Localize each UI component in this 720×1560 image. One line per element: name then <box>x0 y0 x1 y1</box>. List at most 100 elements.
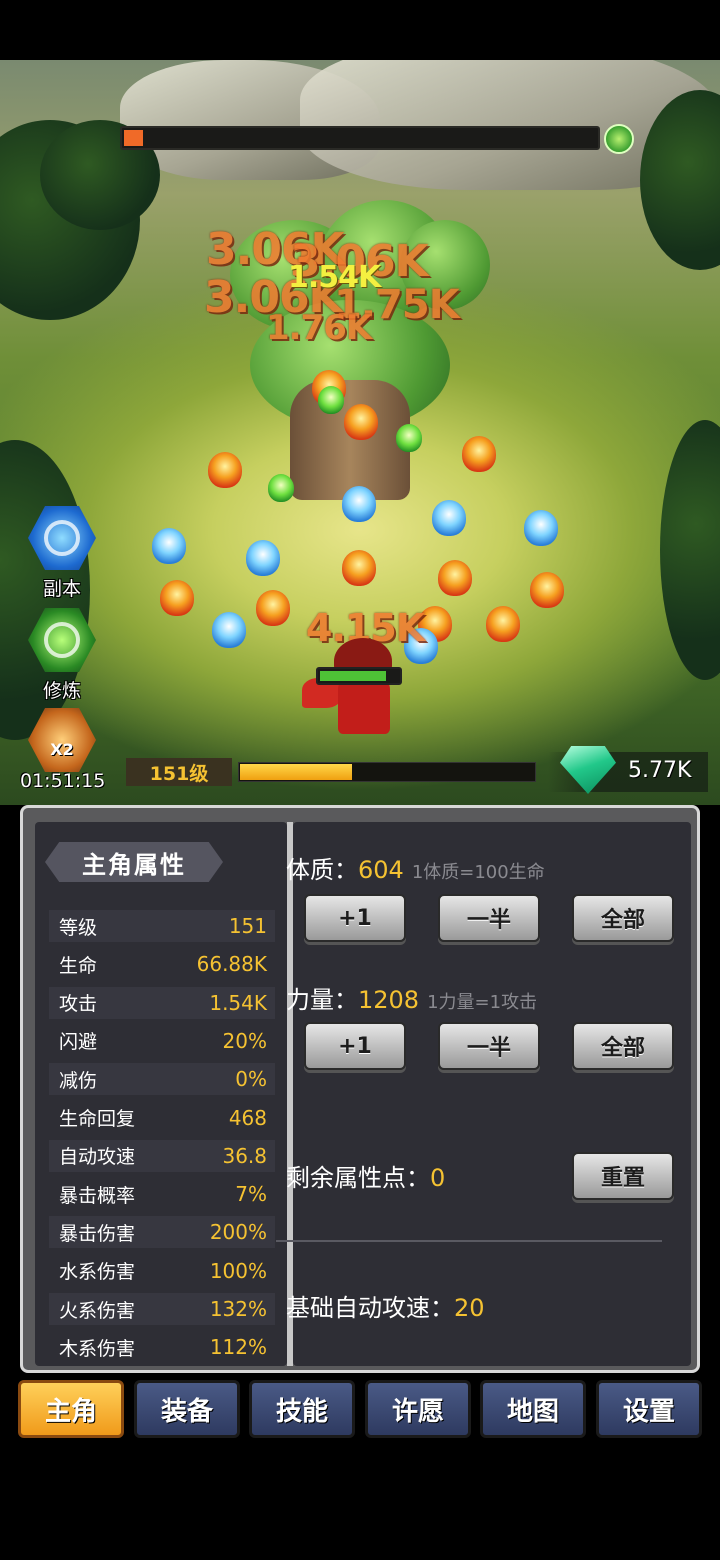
stats-column: 主角属性 等级 151 生命 66.88K 攻击 1.54K 闪避 20% 减伤 0% 生命回复 46… <box>35 822 287 1366</box>
stat-row: 闪避 20% <box>49 1025 275 1057</box>
wood-orb <box>396 424 422 452</box>
remaining-points-label: 剩余属性点： <box>286 1164 430 1192</box>
stat-row: 水系伤害 100% <box>49 1255 275 1287</box>
stat-value: 36.8 <box>222 1143 267 1168</box>
xp-fill <box>240 764 352 780</box>
water-orb <box>524 510 558 546</box>
strength-row: 力量：1208 1力量=1攻击 <box>286 980 537 1015</box>
vortex-icon <box>28 506 96 570</box>
boss-hp-bar <box>120 126 600 150</box>
strength-half-button[interactable]: 一半 <box>438 1022 540 1070</box>
stat-name: 等级 <box>59 916 98 939</box>
remaining-points-value: 0 <box>430 1164 446 1192</box>
stat-value: 200% <box>209 1220 267 1245</box>
strength-all-button[interactable]: 全部 <box>572 1022 674 1070</box>
stat-row: 等级 151 <box>49 910 275 942</box>
stat-name: 生命回复 <box>59 1108 136 1130</box>
constitution-hint: 1体质=100生命 <box>411 862 545 883</box>
battle-scene: 3.06K 3.06K 3.06K 1.75K 1.76K 1.54K 4.15… <box>0 60 720 805</box>
boss-hp-fill <box>124 130 143 146</box>
strength-value: 1208 <box>358 986 420 1014</box>
fire-orb <box>256 590 290 626</box>
fire-orb <box>208 452 242 488</box>
gem-value: 5.77K <box>628 758 692 783</box>
stat-row: 减伤 0% <box>49 1063 275 1096</box>
stat-value: 132% <box>209 1297 267 1321</box>
water-orb <box>342 486 376 522</box>
stat-name: 木系伤害 <box>59 1337 136 1360</box>
stat-value: 7% <box>235 1182 267 1207</box>
stat-value: 151 <box>228 914 267 938</box>
fire-orb <box>438 560 472 596</box>
stat-row: 暴击概率 7% <box>49 1178 275 1210</box>
constitution-label: 体质： <box>286 856 358 884</box>
stat-value: 0% <box>235 1067 267 1092</box>
damage-number: 1.54K <box>288 260 381 295</box>
tab-settings[interactable]: 设置 <box>596 1380 702 1438</box>
stat-value: 100% <box>209 1258 267 1283</box>
cultivate-label: 修炼 <box>42 680 81 702</box>
stat-name: 闪避 <box>59 1031 98 1054</box>
stat-name: 暴击伤害 <box>59 1222 136 1245</box>
stat-name: 水系伤害 <box>59 1261 136 1284</box>
stat-name: 暴击概率 <box>59 1184 136 1207</box>
stat-row: 木系伤害 112% <box>49 1331 275 1363</box>
water-orb <box>246 540 280 576</box>
constitution-value: 604 <box>358 856 404 884</box>
constitution-all-button[interactable]: 全部 <box>572 894 674 942</box>
stat-row: 暴击伤害 200% <box>49 1216 275 1249</box>
stat-value: 20% <box>222 1028 267 1053</box>
damage-number: 1.76K <box>266 308 372 348</box>
stat-value: 66.88K <box>196 952 267 977</box>
tab-wish[interactable]: 许愿 <box>365 1380 471 1438</box>
base-attack-speed-row: 基础自动攻速：20 <box>286 1288 485 1323</box>
boost-multiplier: X2 <box>50 739 74 759</box>
stat-name: 自动攻速 <box>59 1146 136 1169</box>
constitution-plus-one-button[interactable]: +1 <box>304 894 406 942</box>
level-row: 151级 <box>126 758 536 786</box>
panel-title: 主角属性 <box>45 842 223 882</box>
stat-row: 生命回复 468 <box>49 1102 275 1134</box>
tab-skills[interactable]: 技能 <box>249 1380 355 1438</box>
boost-timer: 01:51:15 <box>20 770 106 792</box>
dungeon-label: 副本 <box>42 578 81 600</box>
stat-name: 减伤 <box>59 1069 98 1092</box>
divider <box>276 1240 662 1242</box>
bottom-tab-bar: 主角 装备 技能 许愿 地图 设置 <box>18 1380 702 1438</box>
swirl-icon <box>28 608 96 672</box>
reset-button[interactable]: 重置 <box>572 1152 674 1200</box>
wood-element-icon <box>604 124 634 154</box>
stat-row: 自动攻速 36.8 <box>49 1139 275 1172</box>
strength-hint: 1力量=1攻击 <box>427 992 538 1013</box>
tab-hero[interactable]: 主角 <box>18 1380 124 1438</box>
xp-bar <box>238 762 536 782</box>
fire-orb <box>486 606 520 642</box>
dungeon-button[interactable]: 副本 <box>26 504 98 601</box>
fire-orb <box>344 404 378 440</box>
base-attack-speed-label: 基础自动攻速： <box>286 1294 454 1322</box>
constitution-half-button[interactable]: 一半 <box>438 894 540 942</box>
water-orb <box>152 528 186 564</box>
fire-orb <box>342 550 376 586</box>
tab-map[interactable]: 地图 <box>480 1380 586 1438</box>
cultivate-button[interactable]: 修炼 <box>26 606 98 703</box>
gem-counter[interactable]: 5.77K <box>548 746 708 794</box>
stat-row: 攻击 1.54K <box>49 986 275 1019</box>
stat-row: 火系伤害 132% <box>49 1293 275 1325</box>
wood-orb <box>268 474 294 502</box>
strength-plus-one-button[interactable]: +1 <box>304 1022 406 1070</box>
boost-button[interactable]: X2 <box>26 706 98 774</box>
constitution-row: 体质：604 1体质=100生命 <box>286 850 545 885</box>
gem-icon <box>560 746 616 794</box>
stat-value: 1.54K <box>209 990 267 1015</box>
stat-row: 生命 66.88K <box>49 948 275 980</box>
water-orb <box>432 500 466 536</box>
tab-equipment[interactable]: 装备 <box>134 1380 240 1438</box>
treasure-pot-icon: X2 <box>28 708 96 772</box>
bush <box>660 420 720 680</box>
remaining-points-row: 剩余属性点：0 <box>286 1158 445 1193</box>
stat-name: 火系伤害 <box>59 1299 136 1322</box>
hero-hp-bar <box>316 667 402 685</box>
water-orb <box>212 612 246 648</box>
fire-orb <box>160 580 194 616</box>
